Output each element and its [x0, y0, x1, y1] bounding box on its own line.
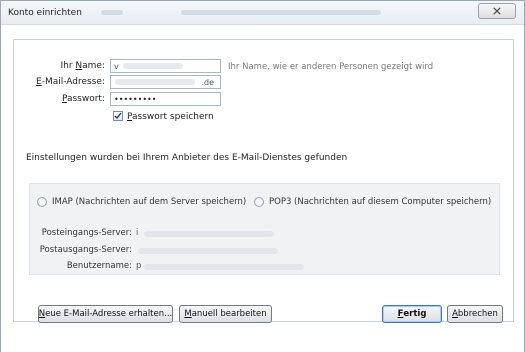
- username-value: p: [136, 261, 142, 271]
- outgoing-server-blurred: [138, 248, 278, 254]
- incoming-server-value: i: [136, 228, 139, 238]
- close-button[interactable]: [478, 3, 516, 19]
- outgoing-server-label: Postausgangs-Server:: [39, 245, 132, 255]
- new-email-address-button[interactable]: Neue E-Mail-Adresse erhalten...: [38, 305, 173, 323]
- dialog-content: Ihr Name: v Ihr Name, wie er anderen Per…: [1, 26, 524, 352]
- name-input[interactable]: v: [110, 59, 221, 73]
- email-label: E-Mail-Adresse:: [36, 77, 105, 87]
- title-bar[interactable]: Konto einrichten: [1, 1, 524, 25]
- pop3-radio[interactable]: [254, 197, 264, 207]
- done-button[interactable]: Fertig: [382, 305, 442, 323]
- name-hint: Ihr Name, wie er anderen Personen gezeig…: [228, 62, 434, 72]
- server-settings-group: IMAP (Nachrichten auf dem Server speiche…: [29, 183, 500, 275]
- password-label: Passwort:: [61, 94, 105, 104]
- save-password-checkbox[interactable]: [113, 111, 123, 121]
- close-icon: [493, 7, 501, 15]
- title-blurred-text: [101, 10, 123, 15]
- manual-edit-button[interactable]: Manuell bearbeiten: [179, 305, 272, 323]
- incoming-server-blurred: [144, 231, 274, 237]
- email-input[interactable]: .de: [110, 75, 221, 89]
- checkmark-icon: [114, 112, 122, 120]
- username-label: Benutzername:: [66, 261, 132, 271]
- imap-radio[interactable]: [37, 197, 47, 207]
- incoming-server-label: Posteingangs-Server:: [41, 228, 132, 238]
- cancel-button[interactable]: Abbrechen: [447, 305, 503, 323]
- window-title: Konto einrichten: [8, 8, 82, 18]
- imap-label[interactable]: IMAP (Nachrichten auf dem Server speiche…: [52, 197, 246, 207]
- account-setup-dialog: Konto einrichten Ihr Name: v Ihr Name, w…: [0, 0, 525, 352]
- title-blurred-text: [181, 10, 381, 15]
- username-blurred: [144, 264, 304, 270]
- pop3-label[interactable]: POP3 (Nachrichten auf diesem Computer sp…: [269, 197, 491, 207]
- password-input[interactable]: •••••••••: [110, 92, 221, 106]
- name-label: Ihr Name:: [60, 61, 105, 71]
- status-text: Einstellungen wurden bei Ihrem Anbieter …: [26, 153, 348, 163]
- save-password-label[interactable]: Passwort speichern: [127, 112, 214, 122]
